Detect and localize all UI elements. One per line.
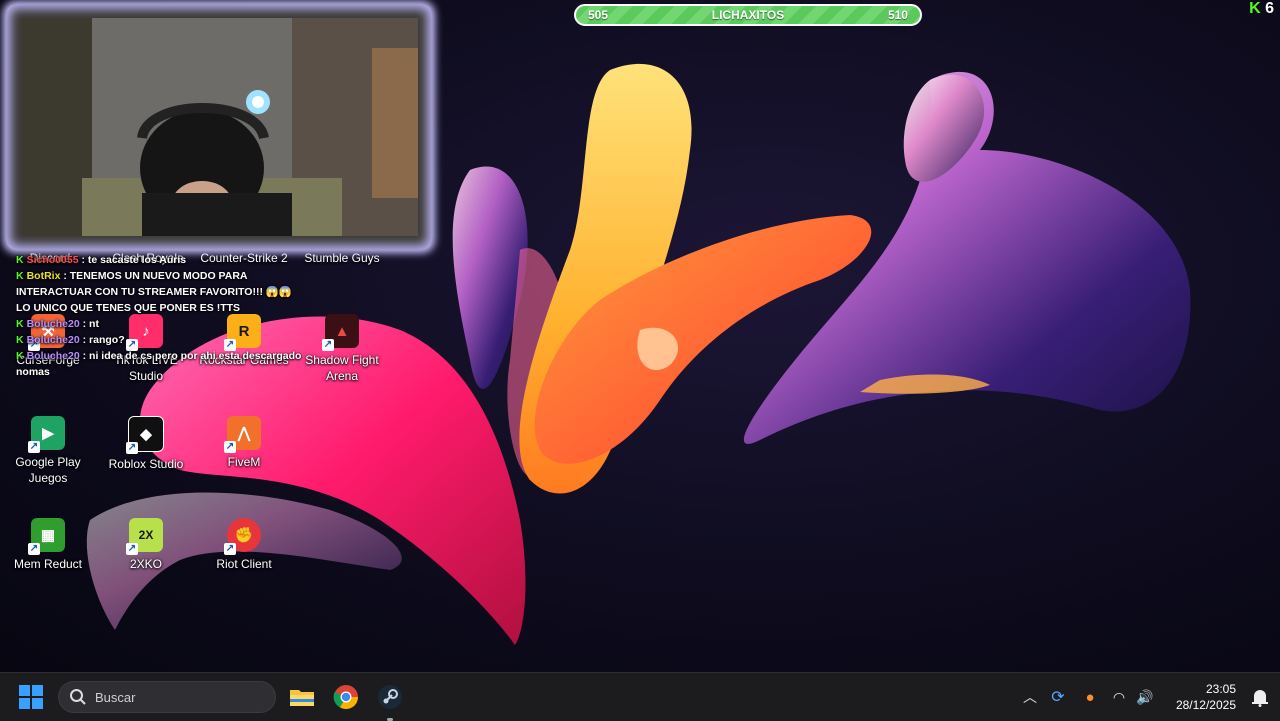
microphone-icon[interactable]: ● bbox=[1074, 689, 1106, 706]
sync-icon[interactable]: ⟳ bbox=[1042, 687, 1074, 707]
chat-overlay: K Sicho0055 : te sacaste los Auris K BotRi… bbox=[16, 252, 306, 380]
steam-icon bbox=[378, 685, 402, 709]
shortcut-arrow-icon: ↗ bbox=[126, 543, 138, 555]
taskbar-chrome[interactable] bbox=[332, 683, 360, 711]
shortcut-arrow-icon: ↗ bbox=[322, 339, 334, 351]
chat-username: Sicho0055 bbox=[26, 254, 79, 266]
clock[interactable]: 23:05 28/12/2025 bbox=[1176, 681, 1236, 713]
notifications-icon bbox=[1252, 690, 1268, 707]
chat-text: : te sacaste los Auris bbox=[81, 254, 187, 266]
chat-text: : nt bbox=[82, 318, 99, 330]
search-icon bbox=[70, 689, 86, 705]
shortcut-arrow-icon: ↗ bbox=[224, 543, 236, 555]
taskbar-steam[interactable] bbox=[376, 683, 404, 721]
kick-logo-icon: K bbox=[1249, 0, 1261, 17]
shortcut-arrow-icon: ↗ bbox=[28, 543, 40, 555]
kick-badge-icon: K bbox=[16, 318, 24, 330]
shortcut-arrow-icon: ↗ bbox=[126, 442, 138, 454]
riot-client-icon: ✊ ↗ bbox=[224, 518, 261, 555]
kick-badge-icon: K bbox=[16, 334, 24, 346]
webcam-overlay bbox=[6, 4, 432, 250]
shadow-fight-icon: ▲ ↗ bbox=[322, 314, 359, 351]
chat-text: : rango? bbox=[82, 334, 125, 346]
kick-badge-icon: K bbox=[16, 270, 24, 282]
chat-message: K BotRix : TENEMOS UN NUEVO MODO PARA INT… bbox=[16, 268, 306, 316]
desktop-icon-label: Google Play Juegos bbox=[15, 455, 81, 485]
mem-reduct-icon: ▦ ↗ bbox=[28, 518, 65, 555]
windows-logo-icon bbox=[19, 685, 43, 709]
webcam-feed bbox=[22, 18, 418, 236]
desktop-icon-google-play-juegos[interactable]: ▶ ↗ Google Play Juegos bbox=[0, 416, 96, 486]
system-tray: ︿ ⟳ ● ◠ 🔊 bbox=[1018, 673, 1158, 721]
shortcut-arrow-icon: ↗ bbox=[28, 441, 40, 453]
search-placeholder: Buscar bbox=[95, 690, 136, 705]
desktop-icon-label: Roblox Studio bbox=[108, 457, 184, 471]
kick-viewer-count: K 6 bbox=[1249, 0, 1274, 18]
desktop-icon-riot-client[interactable]: ✊ ↗ Riot Client bbox=[196, 518, 292, 572]
volume-icon[interactable]: 🔊 bbox=[1132, 689, 1158, 706]
viewer-count: 6 bbox=[1265, 0, 1274, 17]
desktop-icon-2xko[interactable]: 2X ↗ 2XKO bbox=[98, 518, 194, 572]
desktop-icon-label: Mem Reduct bbox=[13, 557, 83, 571]
chrome-icon bbox=[333, 685, 358, 710]
2xko-icon: 2X ↗ bbox=[126, 518, 163, 555]
desktop-icon-shadow-fight-arena[interactable]: ▲ ↗ Shadow Fight Arena bbox=[294, 314, 390, 384]
fivem-icon: ⋀ ↗ bbox=[224, 416, 261, 453]
shortcut-arrow-icon: ↗ bbox=[224, 441, 236, 453]
chat-message: K Boluche20 : nt bbox=[16, 316, 306, 332]
goal-target-value: 510 bbox=[887, 8, 908, 22]
goal-label: LICHAXITOS bbox=[711, 8, 785, 22]
kick-badge-icon: K bbox=[16, 254, 24, 266]
file-explorer-icon bbox=[290, 690, 314, 706]
start-button[interactable] bbox=[18, 684, 44, 710]
chat-username: Boluche20 bbox=[26, 350, 80, 362]
goal-current-value: 505 bbox=[588, 8, 609, 22]
chevron-up-icon[interactable]: ︿ bbox=[1018, 687, 1042, 707]
taskbar-file-explorer[interactable] bbox=[288, 683, 316, 711]
kick-badge-icon: K bbox=[16, 350, 24, 362]
desktop-icon-mem-reduct[interactable]: ▦ ↗ Mem Reduct bbox=[0, 518, 96, 572]
google-play-games-icon: ▶ ↗ bbox=[28, 416, 65, 453]
desktop-icon-label: FiveM bbox=[227, 455, 261, 469]
desktop-icon-roblox-studio[interactable]: ◆ ↗ Roblox Studio bbox=[98, 416, 194, 472]
chat-username: Boluche20 bbox=[26, 334, 80, 346]
wifi-icon[interactable]: ◠ bbox=[1106, 689, 1132, 706]
desktop-icon-label: Shadow Fight Arena bbox=[305, 353, 379, 383]
roblox-studio-icon: ◆ ↗ bbox=[126, 416, 164, 454]
goal-progress-bar: 505 LICHAXITOS 510 bbox=[574, 4, 922, 26]
clock-date: 28/12/2025 bbox=[1175, 698, 1236, 712]
notifications-button[interactable] bbox=[1250, 687, 1270, 707]
taskbar: Buscar ︿ ⟳ ● ◠ 🔊 23:05 28/12/2025 bbox=[0, 672, 1280, 721]
chat-message: K Boluche20 : rango? bbox=[16, 332, 306, 348]
chat-message: K Sicho0055 : te sacaste los Auris bbox=[16, 252, 306, 268]
desktop-icon-label: 2XKO bbox=[129, 557, 162, 571]
chat-username: Boluche20 bbox=[26, 318, 80, 330]
clock-time: 23:05 bbox=[1205, 682, 1236, 696]
chat-message: K Boluche20 : ni idea de cs pero por ahi … bbox=[16, 348, 306, 380]
desktop: D Discord C Clash Royale CS Counter-Stri… bbox=[0, 0, 1280, 672]
desktop-icon-fivem[interactable]: ⋀ ↗ FiveM bbox=[196, 416, 292, 470]
desktop-icon-label: Stumble Guys bbox=[304, 251, 380, 265]
desktop-icon-label: Riot Client bbox=[216, 557, 272, 571]
taskbar-search-box[interactable]: Buscar bbox=[58, 681, 276, 713]
chat-username: BotRix bbox=[26, 270, 61, 282]
